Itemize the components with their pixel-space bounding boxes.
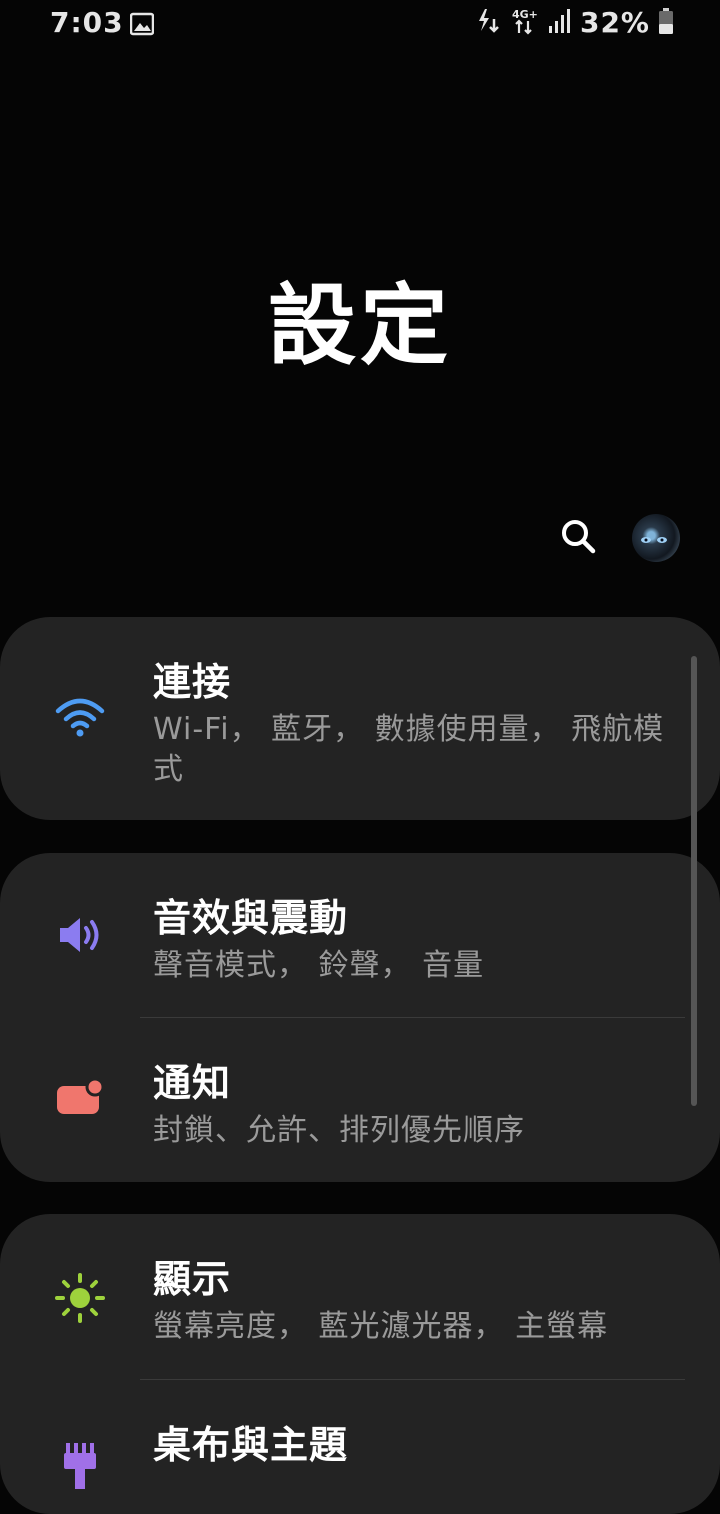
image-icon (129, 12, 155, 36)
volume-icon (50, 905, 110, 965)
wifi-icon (50, 687, 110, 747)
settings-item-display[interactable]: 顯示 螢幕亮度， 藍光濾光器， 主螢幕 (0, 1214, 720, 1379)
battery-icon (658, 7, 674, 39)
theme-brush-icon (50, 1434, 110, 1494)
notification-icon (50, 1068, 110, 1128)
lte-icon: 4G+ (510, 7, 540, 39)
scrollbar[interactable] (691, 656, 697, 1106)
settings-item-notifications[interactable]: 通知 封鎖、允許、排列優先順序 (0, 1018, 720, 1182)
settings-item-connections[interactable]: 連接 Wi-Fi， 藍牙， 數據使用量， 飛航模式 (0, 617, 720, 820)
settings-item-title: 顯示 (153, 1257, 232, 1301)
avatar[interactable] (632, 514, 680, 562)
settings-card-connections: 連接 Wi-Fi， 藍牙， 數據使用量， 飛航模式 (0, 617, 720, 820)
settings-card-display: 顯示 螢幕亮度， 藍光濾光器， 主螢幕 桌布與主題 (0, 1214, 720, 1514)
search-icon (558, 516, 598, 560)
settings-item-title: 通知 (153, 1061, 232, 1105)
search-button[interactable] (554, 514, 602, 562)
status-bar: 7:03 4G+ 32% (0, 0, 720, 52)
signal-icon (548, 8, 572, 38)
network-type: 4G+ (512, 8, 538, 21)
settings-item-subtitle: 聲音模式， 鈴聲， 音量 (153, 948, 485, 983)
battery-percent: 32% (579, 6, 650, 39)
data-saver-icon (476, 7, 502, 39)
settings-item-subtitle: 封鎖、允許、排列優先順序 (153, 1113, 525, 1148)
settings-item-wallpaper-themes[interactable]: 桌布與主題 (0, 1380, 720, 1514)
status-time: 7:03 (50, 6, 124, 39)
settings-item-title: 連接 (153, 660, 232, 704)
settings-item-title: 音效與震動 (153, 896, 349, 940)
page-title: 設定 (267, 274, 452, 377)
brightness-icon (50, 1268, 110, 1328)
settings-card-sounds-notifications: 音效與震動 聲音模式， 鈴聲， 音量 通知 封鎖、允許、排列優先順序 (0, 853, 720, 1182)
settings-item-subtitle: Wi-Fi， 藍牙， 數據使用量， 飛航模式 (153, 712, 665, 787)
settings-item-sounds[interactable]: 音效與震動 聲音模式， 鈴聲， 音量 (0, 853, 720, 1017)
status-right: 4G+ 32% (476, 6, 674, 39)
settings-item-title: 桌布與主題 (153, 1423, 349, 1467)
settings-item-subtitle: 螢幕亮度， 藍光濾光器， 主螢幕 (153, 1309, 609, 1344)
